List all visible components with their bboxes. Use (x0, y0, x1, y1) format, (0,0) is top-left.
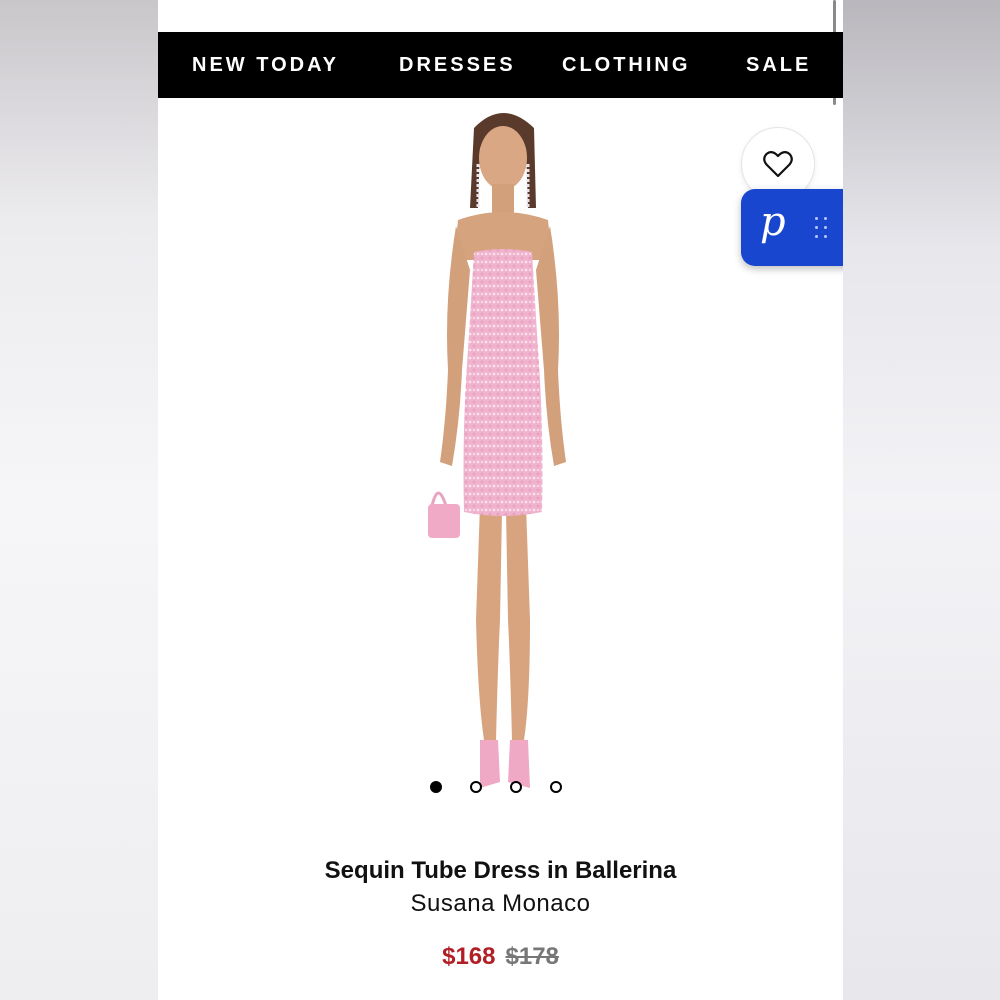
sale-price: $168 (442, 943, 496, 970)
carousel-dot-4[interactable] (550, 781, 562, 793)
top-navigation: NEW TODAY DRESSES CLOTHING SALE (158, 32, 843, 98)
price-block: $168 $178 (158, 943, 843, 971)
carousel-dot-3[interactable] (510, 781, 522, 793)
nav-item-new-today[interactable]: NEW TODAY (192, 54, 339, 77)
heart-outline-icon (763, 151, 793, 178)
product-page: NEW TODAY DRESSES CLOTHING SALE p Sequin… (158, 0, 843, 1000)
poshmark-p-icon: p (760, 199, 786, 245)
product-brand[interactable]: Susana Monaco (158, 890, 843, 918)
nav-item-sale[interactable]: SALE (746, 54, 811, 77)
poshmark-widget[interactable]: p (741, 189, 843, 266)
carousel-dot-2[interactable] (470, 781, 482, 793)
product-title: Sequin Tube Dress in Ballerina (324, 857, 677, 884)
product-image[interactable] (388, 100, 618, 800)
drag-handle-icon[interactable] (815, 217, 829, 239)
nav-item-clothing[interactable]: CLOTHING (562, 54, 690, 77)
carousel-dot-1[interactable] (430, 781, 442, 793)
nav-item-dresses[interactable]: DRESSES (399, 54, 516, 77)
background-left (0, 0, 158, 1000)
background-right (843, 0, 1000, 1000)
image-carousel-indicator (430, 781, 562, 795)
original-price: $178 (505, 943, 559, 970)
